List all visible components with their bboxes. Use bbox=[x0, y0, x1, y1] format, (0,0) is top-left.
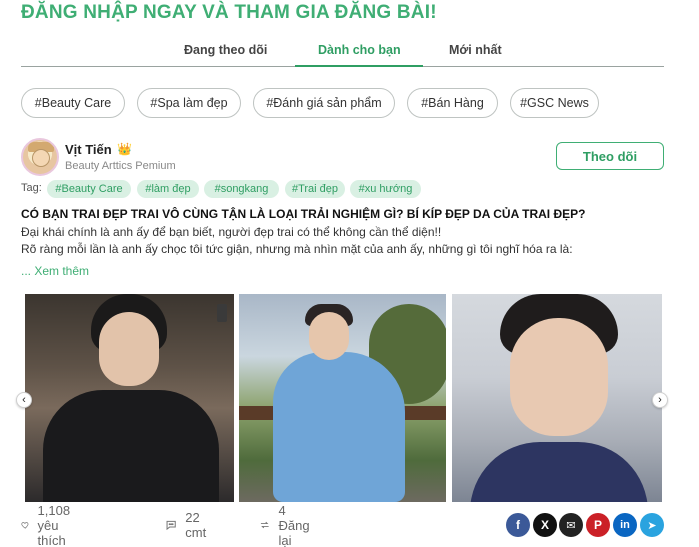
heart-icon bbox=[21, 522, 29, 529]
category-chip-product-review[interactable]: #Đánh giá sản phẩm bbox=[253, 88, 395, 118]
telegram-share-icon[interactable]: ➤ bbox=[640, 513, 664, 537]
tab-newest[interactable]: Mới nhất bbox=[449, 43, 502, 57]
post-tag-trai-dep[interactable]: #Trai đẹp bbox=[285, 180, 345, 198]
tab-for-you[interactable]: Dành cho bạn bbox=[318, 43, 401, 57]
see-more-link[interactable]: ... Xem thêm bbox=[21, 264, 89, 278]
comment-button[interactable]: 22 cmt bbox=[165, 510, 212, 540]
category-chip-beauty-care[interactable]: #Beauty Care bbox=[21, 88, 125, 118]
crown-icon: 👑 bbox=[117, 142, 132, 156]
post-body-line: Rõ ràng mỗi lần là anh ấy chọc tôi tức g… bbox=[21, 242, 573, 256]
gallery-next-button[interactable]: › bbox=[652, 392, 668, 408]
author-name[interactable]: Vịt Tiến bbox=[65, 142, 112, 157]
feed-tabs: Đang theo dõi Dành cho bạn Mới nhất bbox=[21, 40, 664, 67]
repost-button[interactable]: 4 Đăng lại bbox=[259, 503, 316, 547]
repost-icon bbox=[260, 521, 269, 529]
category-chip-spa[interactable]: #Spa làm đẹp bbox=[137, 88, 241, 118]
gallery-photo[interactable] bbox=[25, 294, 234, 502]
tab-following[interactable]: Đang theo dõi bbox=[184, 43, 267, 57]
post-title[interactable]: CÓ BẠN TRAI ĐẸP TRAI VÔ CÙNG TẬN LÀ LOẠI… bbox=[21, 207, 585, 221]
gallery-photo[interactable] bbox=[452, 294, 662, 502]
like-count: 1,108 yêu thích bbox=[37, 502, 71, 547]
author-subtitle: Beauty Arttics Pemium bbox=[65, 160, 176, 172]
like-button[interactable]: 1,108 yêu thích bbox=[21, 503, 80, 547]
facebook-share-icon[interactable]: f bbox=[506, 513, 530, 537]
follow-button[interactable]: Theo dõi bbox=[556, 142, 664, 170]
repost-count: 4 Đăng lại bbox=[278, 502, 310, 547]
post-tag-songkang[interactable]: #songkang bbox=[204, 180, 279, 198]
active-tab-indicator bbox=[295, 65, 423, 67]
x-share-icon[interactable]: X bbox=[533, 513, 557, 537]
post-tag-xu-huong[interactable]: #xu hướng bbox=[350, 180, 421, 198]
login-banner: ĐĂNG NHẬP NGAY VÀ THAM GIA ĐĂNG BÀI! bbox=[21, 2, 437, 23]
gallery-prev-button[interactable]: ‹ bbox=[16, 392, 32, 408]
email-share-icon[interactable]: ✉ bbox=[559, 513, 583, 537]
tag-label: Tag: bbox=[21, 182, 42, 194]
avatar-face-graphic bbox=[32, 149, 50, 167]
pinterest-share-icon[interactable]: P bbox=[586, 513, 610, 537]
post-tag-beauty-care[interactable]: #Beauty Care bbox=[47, 180, 131, 198]
linkedin-share-icon[interactable]: in bbox=[613, 513, 637, 537]
image-gallery bbox=[25, 294, 662, 502]
category-chip-gsc-news[interactable]: #GSC News bbox=[510, 88, 599, 118]
comment-count: 22 cmt bbox=[185, 510, 207, 540]
author-avatar[interactable] bbox=[21, 138, 59, 176]
post-body-line: Đại khái chính là anh ấy để bạn biết, ng… bbox=[21, 225, 442, 239]
gallery-photo[interactable] bbox=[239, 294, 446, 502]
comment-icon bbox=[166, 520, 176, 531]
category-chip-sales[interactable]: #Bán Hàng bbox=[407, 88, 498, 118]
post-tag-lam-dep[interactable]: #làm đẹp bbox=[137, 180, 199, 198]
